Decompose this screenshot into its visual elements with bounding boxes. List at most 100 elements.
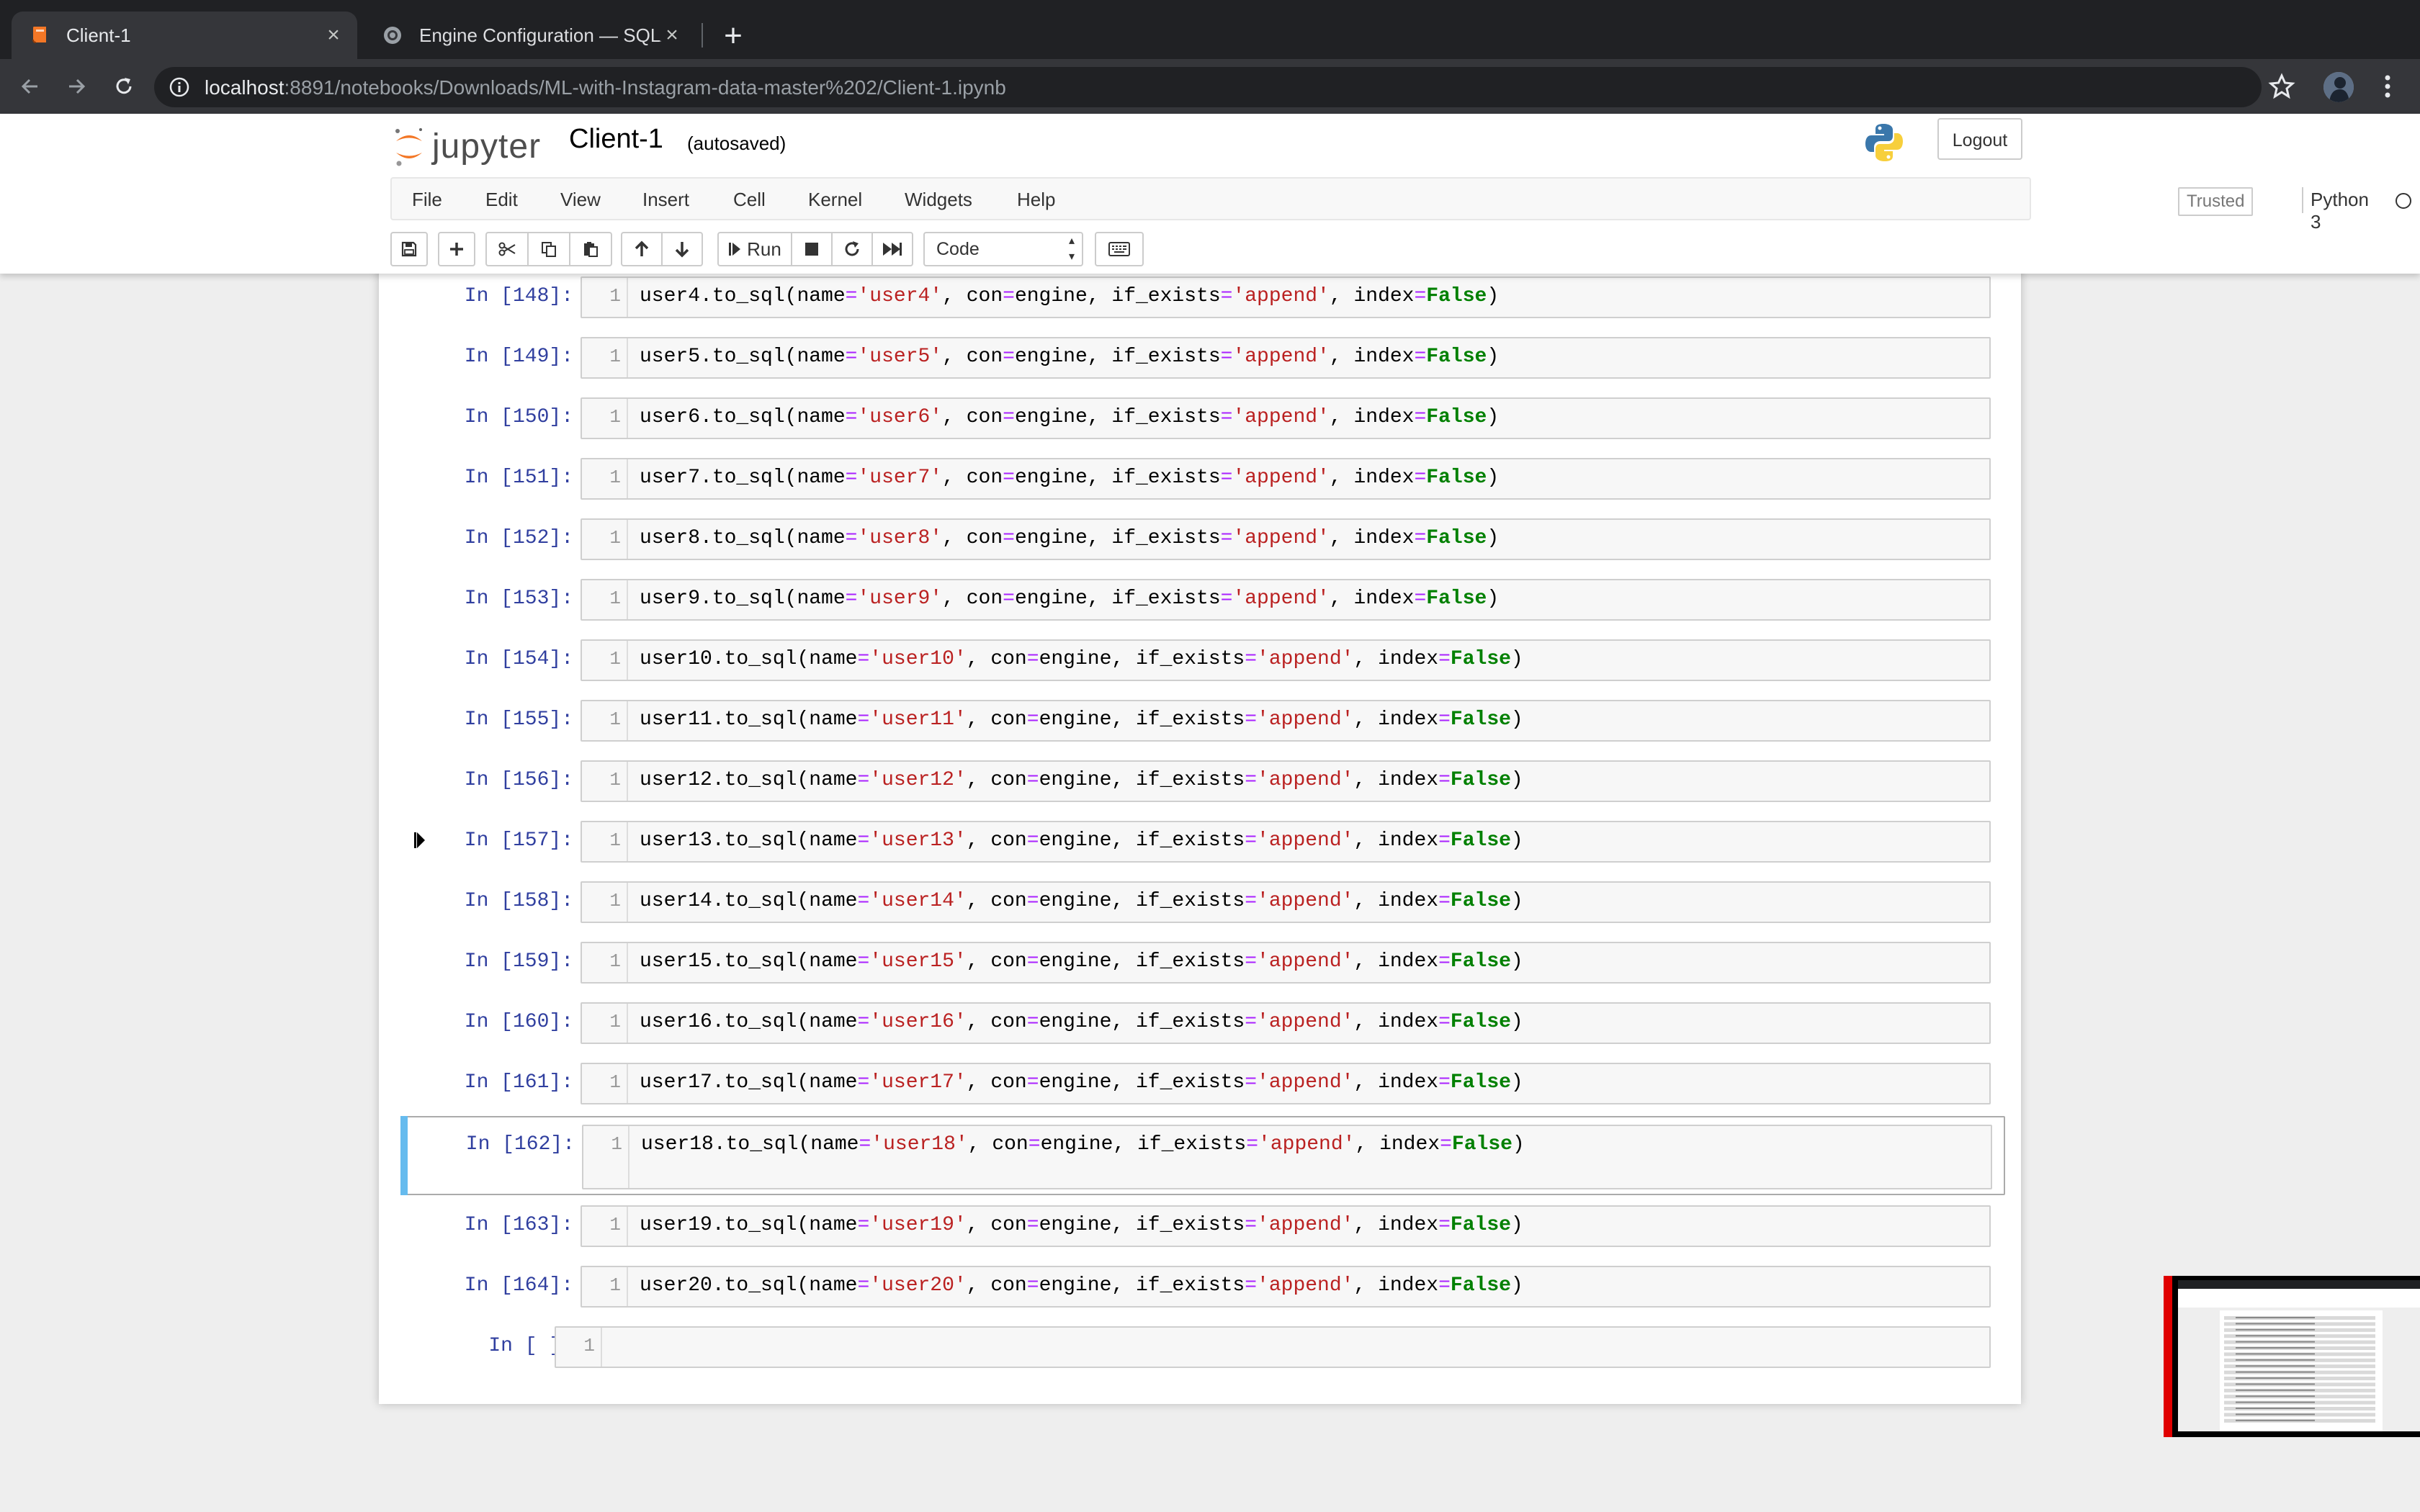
cell-type-select[interactable]: Code ▴ ▾	[923, 232, 1083, 266]
notebook-title[interactable]: Client-1	[569, 124, 663, 155]
code-cell[interactable]: In [149]: 1 user5.to_sql(name='user5', con…	[403, 337, 2002, 379]
cell-input-area[interactable]: 1 user14.to_sql(name='user14', con=engine…	[581, 881, 1991, 923]
variable-name: user12	[640, 769, 712, 791]
cell-input-area[interactable]: 1	[555, 1326, 1991, 1368]
code-cell[interactable]: In [156]: 1 user12.to_sql(name='user12', c…	[403, 760, 2002, 802]
code-cell[interactable]: In [151]: 1 user7.to_sql(name='user7', con…	[403, 458, 2002, 500]
code-line: user6.to_sql(name='user6', con=engine, i…	[640, 406, 1499, 428]
line-number: 1	[609, 588, 621, 609]
code-cell[interactable]: In [148]: 1 user4.to_sql(name='user4', con…	[403, 276, 2002, 318]
code-cell[interactable]: In [154]: 1 user10.to_sql(name='user10', c…	[403, 639, 2002, 681]
move-down-button[interactable]	[661, 232, 703, 266]
cell-input-area[interactable]: 1 user18.to_sql(name='user18', con=engine…	[582, 1125, 1992, 1189]
equals-operator: =	[1440, 1133, 1452, 1156]
site-info-icon[interactable]	[169, 76, 190, 98]
interrupt-kernel-button[interactable]	[791, 232, 833, 266]
code-cell[interactable]: In [153]: 1 user9.to_sql(name='user9', con…	[403, 579, 2002, 621]
cell-input-area[interactable]: 1 user15.to_sql(name='user15', con=engine…	[581, 942, 1991, 984]
save-button[interactable]	[390, 232, 428, 266]
menu-file[interactable]: File	[412, 189, 442, 211]
move-up-button[interactable]	[621, 232, 663, 266]
cell-input-area[interactable]: 1 user20.to_sql(name='user20', con=engine…	[581, 1266, 1991, 1308]
close-paren: )	[1512, 1133, 1525, 1156]
jupyter-logo[interactable]: jupyter	[393, 121, 541, 171]
screenshot-thumbnail-preview[interactable]	[2164, 1276, 2420, 1437]
kwarg-index: index	[1353, 467, 1415, 489]
menu-widgets[interactable]: Widgets	[905, 189, 972, 211]
close-tab-icon[interactable]: ×	[323, 24, 344, 46]
logout-button[interactable]: Logout	[1937, 118, 2022, 160]
menu-view[interactable]: View	[560, 189, 601, 211]
scissors-icon	[498, 242, 516, 256]
new-tab-icon[interactable]: +	[714, 17, 752, 55]
cell-input-area[interactable]: 1 user8.to_sql(name='user8', con=engine, …	[581, 518, 1991, 560]
trusted-badge[interactable]: Trusted	[2178, 187, 2254, 216]
code-cell[interactable]: In [ ]: 1	[403, 1326, 2002, 1368]
code-cell[interactable]: In [163]: 1 user19.to_sql(name='user19', c…	[403, 1205, 2002, 1247]
variable-name: user20	[640, 1274, 712, 1297]
kwarg-if-exists: if_exists	[1136, 829, 1245, 852]
code-cell[interactable]: In [159]: 1 user15.to_sql(name='user15', c…	[403, 942, 2002, 984]
kwarg-index: index	[1378, 1214, 1439, 1236]
append-string: 'append'	[1257, 829, 1354, 852]
forward-icon[interactable]	[59, 69, 94, 104]
back-icon[interactable]	[13, 69, 48, 104]
restart-run-all-button[interactable]	[871, 232, 913, 266]
close-tab-icon[interactable]: ×	[661, 24, 683, 46]
run-button[interactable]: Run	[717, 232, 792, 266]
command-palette-button[interactable]	[1095, 232, 1144, 266]
restart-kernel-button[interactable]	[831, 232, 873, 266]
select-chevron-icon: ▴ ▾	[1068, 235, 1075, 263]
code-line: user16.to_sql(name='user16', con=engine,…	[640, 1011, 1523, 1033]
cell-input-area[interactable]: 1 user5.to_sql(name='user5', con=engine, …	[581, 337, 1991, 379]
menu-cell[interactable]: Cell	[733, 189, 766, 211]
kernel-name[interactable]: Python 3	[2311, 189, 2369, 233]
browser-menu-icon[interactable]	[2377, 71, 2398, 102]
line-number: 1	[609, 467, 621, 488]
open-paren: (	[784, 346, 797, 368]
cell-input-area[interactable]: 1 user16.to_sql(name='user16', con=engine…	[581, 1002, 1991, 1044]
cell-input-area[interactable]: 1 user4.to_sql(name='user4', con=engine, …	[581, 276, 1991, 318]
code-cell[interactable]: In [152]: 1 user8.to_sql(name='user8', con…	[403, 518, 2002, 560]
cell-input-area[interactable]: 1 user9.to_sql(name='user9', con=engine, …	[581, 579, 1991, 621]
kwarg-index: index	[1378, 829, 1439, 852]
profile-avatar[interactable]	[2323, 72, 2354, 102]
address-bar[interactable]: localhost:8891/notebooks/Downloads/ML-wi…	[154, 67, 2262, 107]
sqlalchemy-favicon-icon	[382, 24, 403, 46]
menu-help[interactable]: Help	[1017, 189, 1055, 211]
cell-input-area[interactable]: 1 user6.to_sql(name='user6', con=engine, …	[581, 397, 1991, 439]
kwarg-name: name	[809, 648, 858, 670]
cell-input-area[interactable]: 1 user17.to_sql(name='user17', con=engine…	[581, 1063, 1991, 1104]
close-paren: )	[1510, 1274, 1523, 1297]
code-cell[interactable]: In [150]: 1 user6.to_sql(name='user6', con…	[403, 397, 2002, 439]
cell-input-area[interactable]: 1 user13.to_sql(name='user13', con=engine…	[581, 821, 1991, 863]
cell-input-area[interactable]: 1 user7.to_sql(name='user7', con=engine, …	[581, 458, 1991, 500]
tab-client-1[interactable]: Client-1 ×	[12, 12, 357, 59]
cell-input-area[interactable]: 1 user10.to_sql(name='user10', con=engine…	[581, 639, 1991, 681]
cell-input-area[interactable]: 1 user11.to_sql(name='user11', con=engine…	[581, 700, 1991, 742]
cut-button[interactable]	[485, 232, 529, 266]
menu-insert[interactable]: Insert	[642, 189, 689, 211]
reload-icon[interactable]	[107, 69, 141, 104]
code-cell[interactable]: In [161]: 1 user17.to_sql(name='user17', c…	[403, 1063, 2002, 1104]
kwarg-con: con	[966, 588, 1003, 610]
code-cell-selected[interactable]: In [162]: 1 user18.to_sql(name='user18', c…	[400, 1116, 2005, 1195]
menu-kernel[interactable]: Kernel	[808, 189, 862, 211]
jupyter-logo-icon	[395, 128, 422, 166]
paste-button[interactable]	[569, 232, 612, 266]
cell-prompt: In [161]:	[464, 1071, 573, 1094]
code-cell[interactable]: In [160]: 1 user16.to_sql(name='user16', c…	[403, 1002, 2002, 1044]
copy-button[interactable]	[527, 232, 570, 266]
url-host: localhost	[205, 76, 284, 99]
bookmark-star-icon[interactable]	[2266, 71, 2298, 102]
cell-input-area[interactable]: 1 user19.to_sql(name='user19', con=engine…	[581, 1205, 1991, 1247]
append-string: 'append'	[1257, 1011, 1354, 1033]
code-cell[interactable]: In [155]: 1 user11.to_sql(name='user11', c…	[403, 700, 2002, 742]
code-cell[interactable]: In [158]: 1 user14.to_sql(name='user14', c…	[403, 881, 2002, 923]
menu-edit[interactable]: Edit	[485, 189, 518, 211]
tab-engine-configuration[interactable]: Engine Configuration — SQLAlchemy ×	[364, 12, 696, 59]
cell-input-area[interactable]: 1 user12.to_sql(name='user12', con=engine…	[581, 760, 1991, 802]
insert-cell-button[interactable]	[438, 232, 475, 266]
code-cell[interactable]: In [157]: 1 user13.to_sql(name='user13', c…	[403, 821, 2002, 863]
code-cell[interactable]: In [164]: 1 user20.to_sql(name='user20', c…	[403, 1266, 2002, 1308]
